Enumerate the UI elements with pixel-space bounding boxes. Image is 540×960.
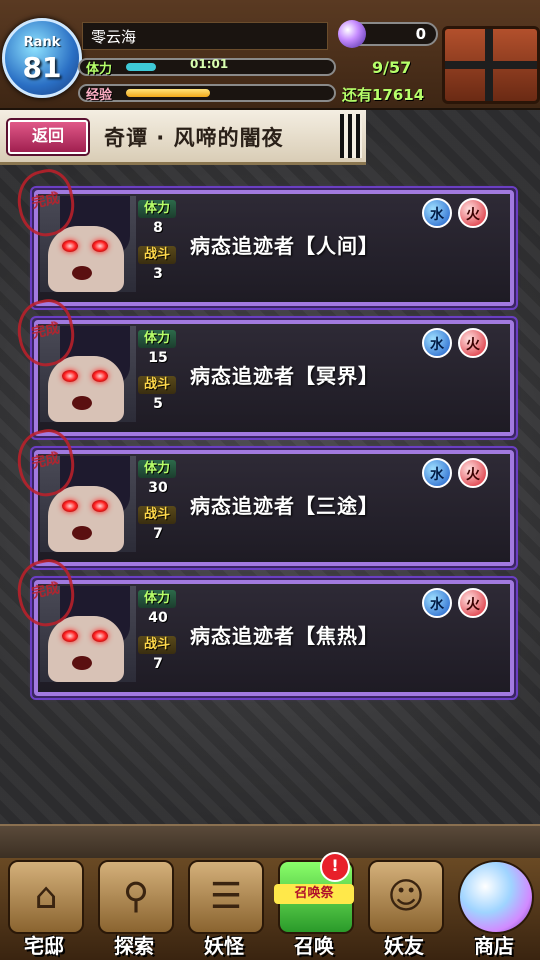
mansion-icon: ⌂ bbox=[8, 860, 84, 934]
back-button[interactable]: 返回 bbox=[8, 120, 88, 154]
portrait-mouth bbox=[72, 526, 92, 540]
bottom-nav: ⌂ 宅邸 ⚲ 探索 ☰ 妖怪 召唤祭 ! 召唤 ☺ 妖友 商店 bbox=[0, 852, 540, 960]
nav-explore[interactable]: ⚲ 探索 bbox=[90, 858, 178, 960]
battle-count: 5 bbox=[153, 396, 163, 412]
exp-bar: 经验 bbox=[78, 84, 336, 103]
battle-tag: 战斗 bbox=[138, 376, 176, 394]
stamina-label: 体力 bbox=[86, 62, 113, 77]
quest-stats: 体力 30 战斗 7 bbox=[136, 460, 180, 550]
fire-element-icon: 火 bbox=[458, 588, 488, 618]
quest-name: 病态追迹者【人间】 bbox=[190, 234, 379, 258]
stage-title: 奇谭 · 风啼的闇夜 bbox=[104, 126, 284, 150]
player-name: 零云海 bbox=[82, 22, 328, 50]
magnifier-icon: ⚲ bbox=[98, 860, 174, 934]
quest-stats: 体力 8 战斗 3 bbox=[136, 200, 180, 290]
stamina-cost: 40 bbox=[148, 610, 168, 626]
battle-tag: 战斗 bbox=[138, 636, 176, 654]
nav-home[interactable]: ⌂ 宅邸 bbox=[0, 858, 88, 960]
water-element-icon: 水 bbox=[422, 458, 452, 488]
storage-count: 9/57 bbox=[372, 58, 412, 77]
battle-count: 3 bbox=[153, 266, 163, 282]
quest-name: 病态追迹者【三途】 bbox=[190, 494, 379, 518]
orb-count: 0 bbox=[415, 25, 426, 43]
nav-summon-label: 召唤 bbox=[294, 934, 334, 958]
nav-shop-label: 商店 bbox=[474, 934, 514, 958]
portrait-mouth bbox=[72, 656, 92, 670]
quest-card[interactable]: 完成 体力 40 战斗 7 病态追迹者【焦热】 水 火 bbox=[11, 554, 518, 700]
stamina-cost: 30 bbox=[148, 480, 168, 496]
exp-label: 经验 bbox=[86, 88, 113, 103]
rank-label: Rank bbox=[23, 35, 61, 50]
nav-summon[interactable]: 召唤祭 ! 召唤 bbox=[270, 852, 358, 960]
stage-title-bar: 返回 奇谭 · 风啼的闇夜 bbox=[0, 110, 366, 165]
portrait-eye bbox=[62, 500, 78, 512]
portrait-eye bbox=[92, 630, 108, 642]
portrait-mouth bbox=[72, 396, 92, 410]
portrait-eye bbox=[92, 370, 108, 382]
stamina-tag: 体力 bbox=[138, 590, 176, 608]
nav-friends[interactable]: ☺ 妖友 bbox=[360, 858, 448, 960]
water-element-icon: 水 bbox=[422, 328, 452, 358]
exp-fill bbox=[126, 89, 210, 97]
battle-count: 7 bbox=[153, 526, 163, 542]
portrait-face bbox=[48, 616, 124, 682]
portrait-eye bbox=[62, 240, 78, 252]
stamina-tag: 体力 bbox=[138, 460, 176, 478]
orb-counter[interactable]: 0 bbox=[338, 20, 438, 48]
rank-value: 81 bbox=[22, 51, 62, 84]
portrait-face bbox=[48, 226, 124, 292]
fire-element-icon: 火 bbox=[458, 198, 488, 228]
title-decoration bbox=[340, 114, 362, 158]
rank-badge[interactable]: Rank 81 bbox=[2, 18, 82, 98]
fire-element-icon: 火 bbox=[458, 458, 488, 488]
spirit-orb-icon bbox=[338, 20, 366, 48]
fire-element-icon: 火 bbox=[458, 328, 488, 358]
portrait-face bbox=[48, 486, 124, 552]
stamina-bar: 体力 01:01 bbox=[78, 57, 336, 77]
quest-stats: 体力 40 战斗 7 bbox=[136, 590, 180, 680]
status-header: Rank 81 零云海 体力 01:01 经验 0 9/57 还有17614 bbox=[0, 0, 540, 110]
chest-band bbox=[485, 29, 493, 101]
nav-home-label: 宅邸 bbox=[24, 934, 64, 958]
nav-top-strip bbox=[0, 824, 540, 860]
water-element-icon: 水 bbox=[422, 198, 452, 228]
portrait-eye bbox=[92, 240, 108, 252]
portrait-eye bbox=[92, 500, 108, 512]
battle-tag: 战斗 bbox=[138, 246, 176, 264]
quest-card[interactable]: 完成 体力 30 战斗 7 病态追迹者【三途】 水 火 bbox=[11, 424, 518, 570]
fox-girl-icon: ☺ bbox=[368, 860, 444, 934]
remaining-exp: 还有17614 bbox=[342, 86, 425, 104]
water-element-icon: 水 bbox=[422, 588, 452, 618]
portrait-face bbox=[48, 356, 124, 422]
stamina-tag: 体力 bbox=[138, 200, 176, 218]
nav-friends-label: 妖友 bbox=[384, 934, 424, 958]
nav-yokai[interactable]: ☰ 妖怪 bbox=[180, 858, 268, 960]
summon-festival-tag: 召唤祭 bbox=[274, 884, 354, 904]
scroll-icon: ☰ bbox=[188, 860, 264, 934]
quest-card[interactable]: 完成 体力 8 战斗 3 病态追迹者【人间】 水 火 bbox=[11, 164, 518, 310]
battle-count: 7 bbox=[153, 656, 163, 672]
portrait-eye bbox=[62, 630, 78, 642]
nav-yokai-label: 妖怪 bbox=[204, 934, 244, 958]
quest-stats: 体力 15 战斗 5 bbox=[136, 330, 180, 420]
stamina-cost: 15 bbox=[148, 350, 168, 366]
stamina-tag: 体力 bbox=[138, 330, 176, 348]
stamina-cost: 8 bbox=[153, 220, 163, 236]
stamina-timer: 01:01 bbox=[190, 57, 229, 71]
battle-tag: 战斗 bbox=[138, 506, 176, 524]
storage-chest-icon[interactable] bbox=[442, 26, 540, 104]
quest-name: 病态追迹者【焦热】 bbox=[190, 624, 379, 648]
stamina-fill bbox=[126, 63, 156, 71]
nav-explore-label: 探索 bbox=[114, 934, 154, 958]
portrait-mouth bbox=[72, 266, 92, 280]
nav-shop[interactable]: 商店 bbox=[450, 858, 538, 960]
crystal-orb-icon bbox=[458, 860, 534, 934]
portrait-eye bbox=[62, 370, 78, 382]
quest-card[interactable]: 完成 体力 15 战斗 5 病态追迹者【冥界】 水 火 bbox=[11, 294, 518, 440]
quest-name: 病态追迹者【冥界】 bbox=[190, 364, 379, 388]
alert-badge: ! bbox=[320, 852, 350, 882]
